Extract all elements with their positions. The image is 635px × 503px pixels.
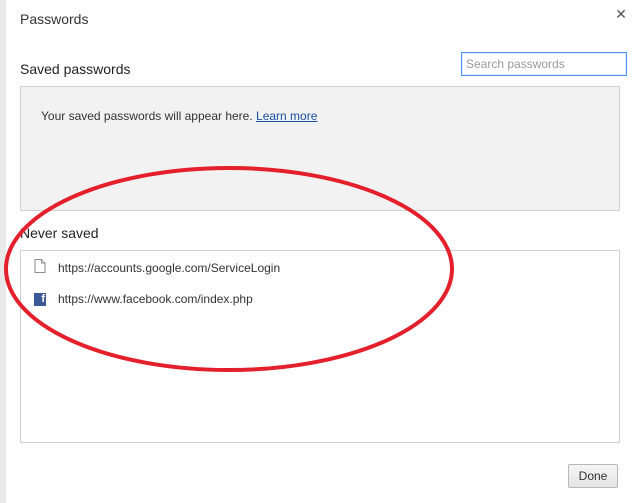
passwords-dialog: Passwords ✕ Saved passwords Your saved p…	[6, 0, 635, 503]
close-icon[interactable]: ✕	[613, 6, 629, 22]
page-icon	[34, 258, 46, 278]
never-saved-url: https://www.facebook.com/index.php	[58, 292, 253, 306]
facebook-icon: f	[34, 292, 46, 306]
done-button[interactable]: Done	[568, 464, 618, 488]
learn-more-link[interactable]: Learn more	[256, 109, 317, 123]
never-saved-url: https://accounts.google.com/ServiceLogin	[58, 261, 281, 275]
never-saved-list: https://accounts.google.com/ServiceLogin…	[20, 250, 620, 443]
saved-passwords-empty-message: Your saved passwords will appear here. L…	[41, 109, 317, 123]
saved-passwords-heading: Saved passwords	[20, 61, 131, 77]
saved-passwords-list: Your saved passwords will appear here. L…	[20, 86, 620, 211]
dialog-title: Passwords	[20, 11, 89, 27]
empty-message-text: Your saved passwords will appear here.	[41, 109, 253, 123]
list-item[interactable]: https://accounts.google.com/ServiceLogin	[21, 256, 619, 280]
search-passwords-input[interactable]	[461, 52, 627, 76]
list-item[interactable]: f https://www.facebook.com/index.php	[21, 287, 619, 311]
never-saved-heading: Never saved	[20, 225, 99, 241]
